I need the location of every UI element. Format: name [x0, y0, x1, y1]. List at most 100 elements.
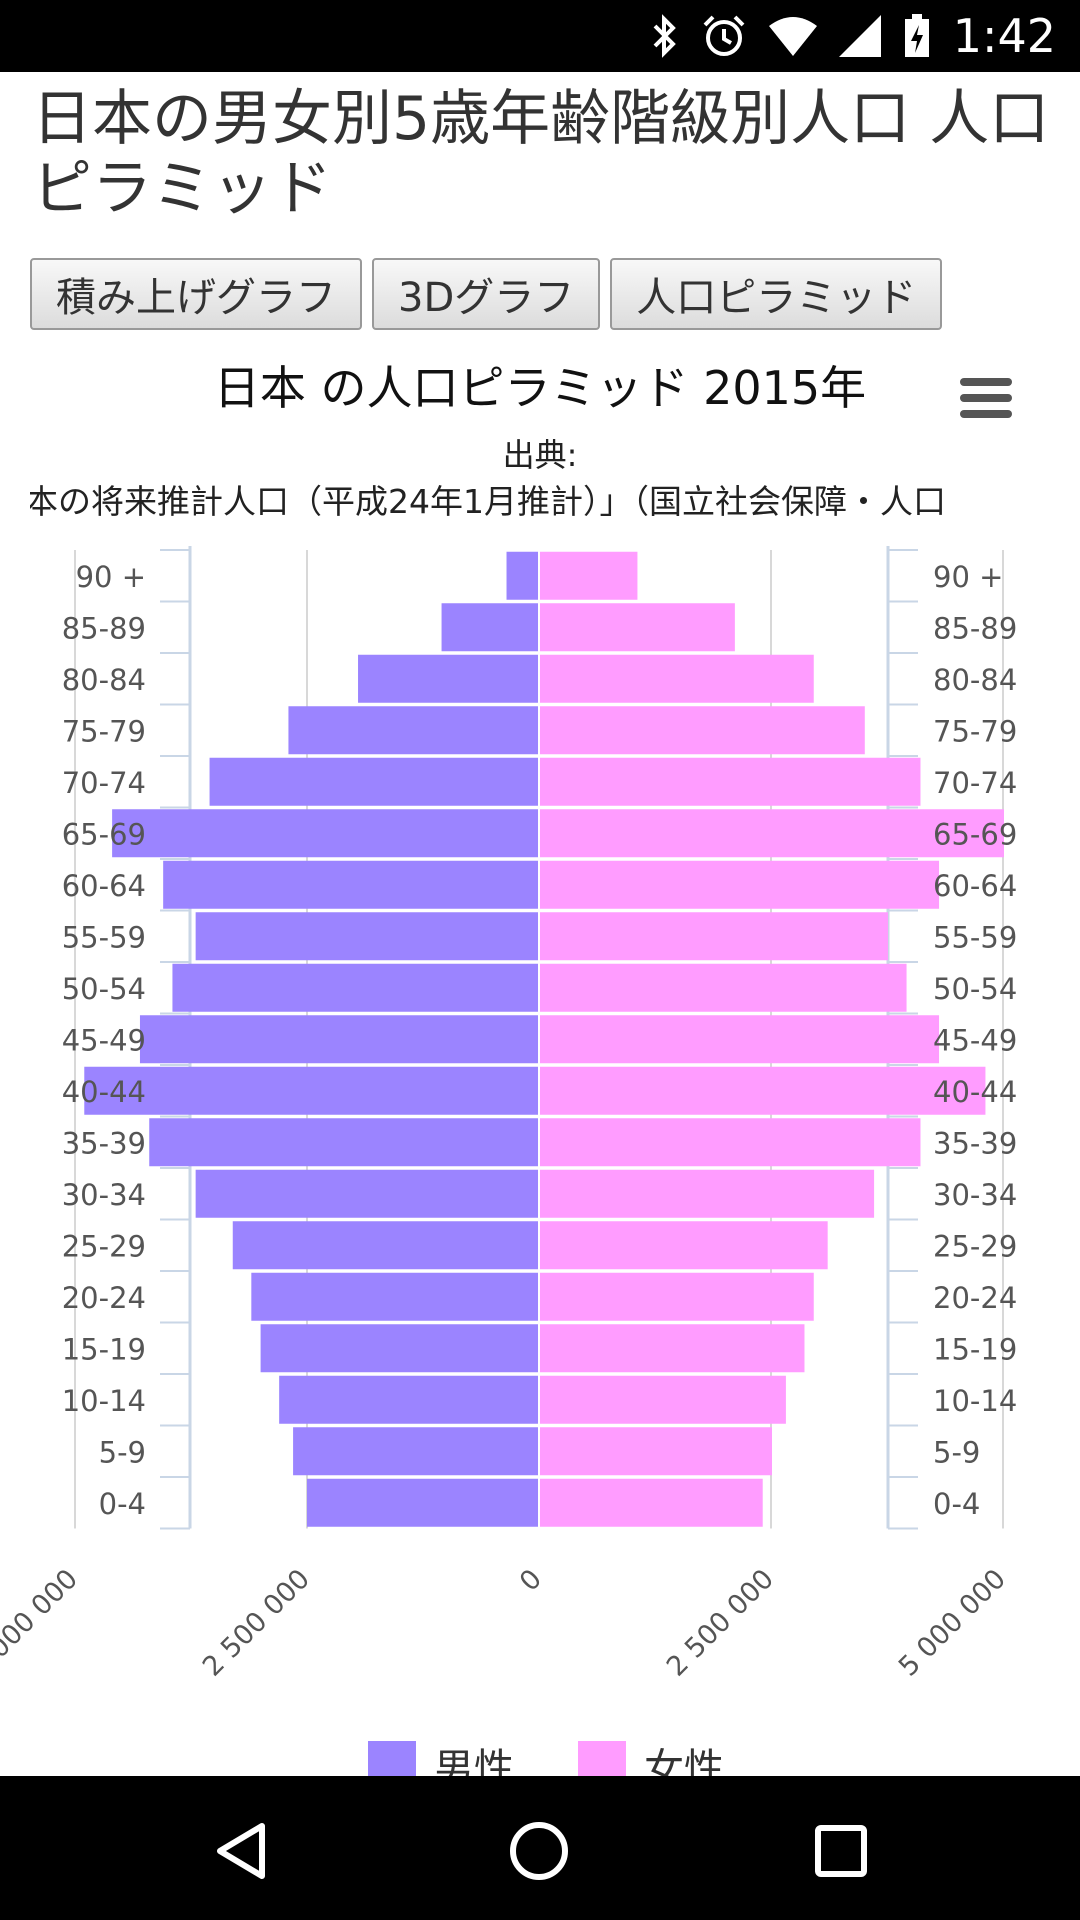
- alarm-icon: [703, 15, 745, 56]
- status-icons: 1:42: [649, 0, 1056, 72]
- bar-female: [540, 1221, 828, 1270]
- age-label-right: 60-64: [933, 869, 1017, 903]
- bluetooth-icon: [653, 14, 676, 58]
- bar-female: [540, 912, 888, 961]
- age-label-right: 15-19: [933, 1332, 1017, 1366]
- bar-female: [540, 603, 735, 652]
- age-label-right: 65-69: [933, 817, 1017, 851]
- age-label-left: 80-84: [62, 663, 146, 697]
- bar-male: [232, 1221, 539, 1270]
- bar-female: [540, 654, 814, 703]
- age-label-right: 30-34: [933, 1178, 1017, 1212]
- age-label-left: 40-44: [62, 1075, 146, 1109]
- back-icon[interactable]: [212, 1822, 270, 1880]
- age-label-left: 5-9: [99, 1435, 146, 1469]
- age-label-right: 45-49: [933, 1023, 1017, 1057]
- bar-male: [279, 1375, 539, 1424]
- status-time: 1:42: [952, 9, 1056, 63]
- age-label-left: 70-74: [62, 766, 146, 800]
- bar-female: [540, 1169, 875, 1218]
- chart-type-buttons: 積み上げグラフ 3Dグラフ 人口ピラミッド: [30, 258, 943, 330]
- page-title: 日本の男女別5歳年齢階級別人口 人口ピラミッド: [32, 84, 1050, 224]
- age-label-left: 35-39: [62, 1126, 146, 1160]
- age-label-left: 90 +: [76, 560, 146, 594]
- age-label-left: 45-49: [62, 1023, 146, 1057]
- bar-male: [172, 963, 539, 1012]
- bar-male: [441, 603, 539, 652]
- bar-male: [195, 912, 539, 961]
- age-label-right: 20-24: [933, 1281, 1017, 1315]
- bar-female: [540, 1015, 940, 1064]
- age-label-right: 55-59: [933, 920, 1017, 954]
- bar-female: [540, 1375, 786, 1424]
- bar-female: [540, 1478, 763, 1527]
- battery-charging-icon: [904, 14, 929, 57]
- x-tick-label: 2 500 000: [197, 1564, 316, 1683]
- bar-male: [209, 757, 539, 806]
- chart-source-text: 日本の将来推計人口（平成24年1月推計）」（国立社会保障・人口: [30, 475, 1050, 525]
- home-icon[interactable]: [508, 1820, 570, 1882]
- x-tick-label: 5 000 000: [0, 1564, 84, 1683]
- chart-title: 日本 の人口ピラミッド 2015年: [213, 361, 867, 415]
- chart-source-label: 出典:: [502, 436, 578, 474]
- age-label-left: 10-14: [62, 1384, 146, 1418]
- bar-female: [540, 1324, 805, 1373]
- age-label-right: 70-74: [933, 766, 1017, 800]
- hamburger-menu-icon[interactable]: [960, 376, 1012, 420]
- age-label-left: 20-24: [62, 1281, 146, 1315]
- chart-source-text-content: 日本の将来推計人口（平成24年1月推計）」（国立社会保障・人口: [30, 482, 946, 521]
- bar-female: [540, 963, 907, 1012]
- bar-male: [506, 551, 539, 600]
- bar-male: [163, 860, 539, 909]
- age-label-left: 55-59: [62, 920, 146, 954]
- age-label-left: 75-79: [62, 714, 146, 748]
- age-label-left: 65-69: [62, 817, 146, 851]
- x-tick-label: 5 000 000: [893, 1564, 1012, 1683]
- bar-female: [540, 551, 638, 600]
- bar-female: [540, 1272, 814, 1321]
- age-label-right: 10-14: [933, 1384, 1017, 1418]
- bar-male: [139, 1015, 539, 1064]
- 3d-graph-button[interactable]: 3Dグラフ: [372, 258, 601, 330]
- status-bar: 1:42: [0, 0, 1080, 72]
- age-label-left: 50-54: [62, 972, 146, 1006]
- age-label-left: 15-19: [62, 1332, 146, 1366]
- stacked-graph-button[interactable]: 積み上げグラフ: [30, 258, 362, 330]
- age-label-right: 5-9: [933, 1435, 980, 1469]
- age-label-left: 30-34: [62, 1178, 146, 1212]
- bar-male: [358, 654, 539, 703]
- recent-apps-icon[interactable]: [814, 1824, 868, 1878]
- age-label-left: 60-64: [62, 869, 146, 903]
- bar-male: [288, 706, 539, 755]
- age-label-left: 85-89: [62, 611, 146, 645]
- age-label-right: 25-29: [933, 1229, 1017, 1263]
- population-pyramid-chart: 90 + 90 + 85-89 85-89 80-84 80-84 75-79 75-79 70…: [0, 546, 1017, 1683]
- navigation-bar: [0, 1776, 1080, 1920]
- bar-female: [540, 1118, 921, 1167]
- bar-male: [260, 1324, 539, 1373]
- age-label-right: 75-79: [933, 714, 1017, 748]
- bar-male: [251, 1272, 539, 1321]
- bar-female: [540, 860, 940, 909]
- age-label-right: 35-39: [933, 1126, 1017, 1160]
- age-label-left: 25-29: [62, 1229, 146, 1263]
- bar-male: [293, 1427, 539, 1476]
- population-pyramid-button[interactable]: 人口ピラミッド: [610, 258, 943, 330]
- signal-icon: [838, 15, 881, 57]
- bar-female: [540, 706, 865, 755]
- age-label-right: 40-44: [933, 1075, 1017, 1109]
- age-label-right: 80-84: [933, 663, 1017, 697]
- bar-male: [112, 809, 540, 858]
- bar-male: [195, 1169, 539, 1218]
- age-label-right: 0-4: [933, 1487, 980, 1521]
- x-tick-label: 0: [514, 1564, 548, 1598]
- bar-female: [540, 757, 921, 806]
- bar-male: [149, 1118, 540, 1167]
- bar-female: [540, 1427, 772, 1476]
- age-label-right: 85-89: [933, 611, 1017, 645]
- bar-female: [540, 1066, 986, 1115]
- wifi-icon: [768, 17, 817, 56]
- age-label-right: 90 +: [933, 560, 1003, 594]
- x-tick-label: 2 500 000: [661, 1564, 780, 1683]
- bar-male: [307, 1478, 539, 1527]
